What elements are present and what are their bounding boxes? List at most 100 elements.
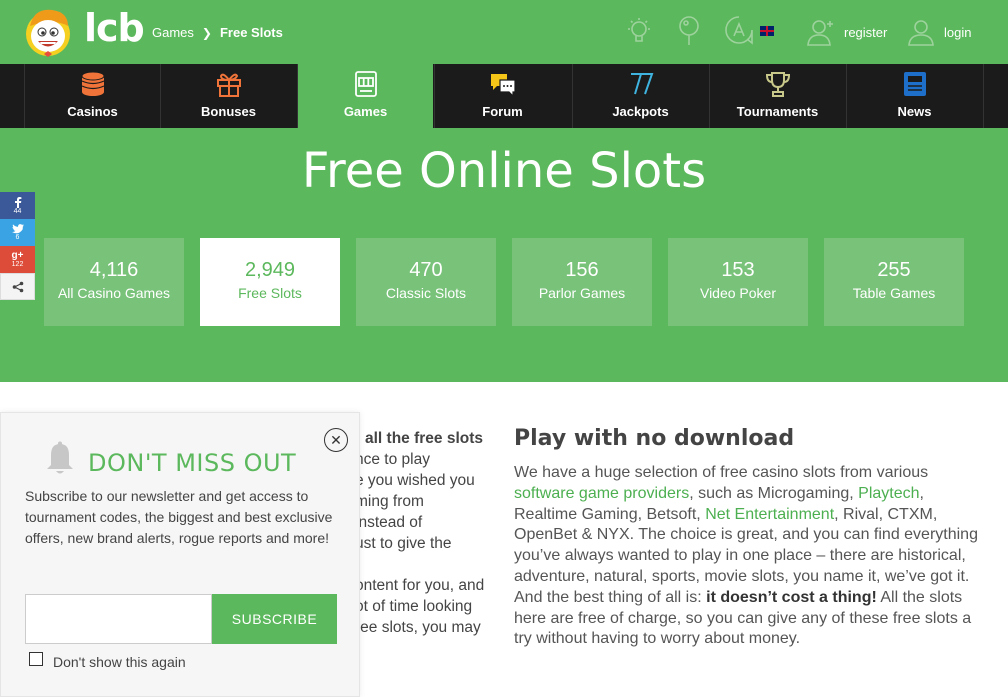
close-icon[interactable]: ✕	[324, 428, 348, 452]
nav-label: Tournaments	[736, 104, 819, 119]
login-label: login	[944, 24, 972, 40]
subscribe-button[interactable]: SUBSCRIBE	[212, 594, 337, 644]
partial-line: all the free slots	[365, 430, 484, 447]
header-bar: lcb Games ❯ Free Slots register login	[0, 0, 1008, 64]
chat-icon	[490, 74, 516, 98]
googleplus-icon: g+	[11, 250, 24, 261]
dont-show-label: Don't show this again	[53, 654, 186, 670]
partial-line	[355, 554, 505, 575]
facebook-icon	[14, 196, 21, 208]
dont-show-checkbox[interactable]	[29, 652, 43, 666]
stat-tile-parlor-games[interactable]: 156 Parlor Games	[512, 238, 652, 326]
breadcrumb-current: Free Slots	[219, 25, 283, 40]
stat-label: Parlor Games	[538, 285, 626, 301]
user-icon	[908, 20, 934, 46]
share-twitter-button[interactable]: 6	[0, 219, 35, 246]
partial-line: ust to give the	[355, 535, 452, 552]
partial-line: ming from	[355, 493, 424, 510]
newspaper-icon	[903, 72, 926, 96]
stat-count: 2,949	[244, 259, 296, 281]
stat-label: Table Games	[852, 285, 936, 301]
register-link[interactable]: register	[806, 17, 887, 47]
link-net-entertainment[interactable]: Net Entertainment	[705, 506, 834, 523]
share-googleplus-button[interactable]: g+ 122	[0, 246, 35, 273]
link-playtech[interactable]: Playtech	[858, 485, 919, 502]
section-heading: Play with no download	[514, 426, 795, 451]
nav-item-tournaments[interactable]: Tournaments	[709, 64, 845, 128]
stat-count: 156	[565, 259, 599, 281]
nav-label: News	[897, 104, 932, 119]
nav-label: Bonuses	[201, 104, 256, 119]
stat-count: 153	[721, 259, 755, 281]
article-column-right: Play with no download We have a huge sel…	[514, 426, 984, 650]
link-software-providers[interactable]: software game providers	[514, 485, 689, 502]
nav-item-news[interactable]: News	[846, 64, 982, 128]
nav-label: Forum	[482, 104, 523, 119]
breadcrumb: Games ❯ Free Slots	[152, 25, 283, 40]
user-add-icon	[807, 20, 833, 46]
nav-item-forum[interactable]: Forum	[434, 64, 570, 128]
gift-icon	[216, 73, 241, 97]
nav-item-jackpots[interactable]: Jackpots	[572, 64, 708, 128]
email-input[interactable]	[25, 594, 212, 644]
stat-label: Free Slots	[238, 285, 302, 301]
lightbulb-icon[interactable]	[622, 14, 656, 48]
register-label: register	[844, 24, 888, 40]
mascot-logo-icon[interactable]	[24, 6, 72, 58]
share-more-button[interactable]	[0, 273, 35, 300]
paragraph-text: We have a huge selection of free casino …	[514, 464, 929, 481]
twitter-icon	[11, 223, 24, 233]
chips-icon	[81, 71, 104, 96]
pin-icon[interactable]	[672, 14, 706, 48]
share-count: 44	[13, 207, 22, 215]
chevron-right-icon: ❯	[201, 25, 212, 40]
trophy-icon	[765, 72, 790, 97]
partial-line: instead of	[355, 514, 423, 531]
stat-count: 255	[877, 259, 911, 281]
share-count: 122	[11, 261, 24, 268]
newsletter-popup: ✕ DON'T MISS OUT Subscribe to our newsle…	[0, 412, 360, 697]
stat-tile-free-slots[interactable]: 2,949 Free Slots	[200, 238, 340, 326]
top-icon-group	[622, 14, 802, 48]
article-column-left: all the free slots nce to play e you wis…	[355, 428, 505, 638]
hero-section: Free Online Slots 4,116 All Casino Games…	[0, 128, 1008, 382]
popup-description: Subscribe to our newsletter and get acce…	[25, 488, 333, 546]
login-link[interactable]: login	[906, 17, 971, 47]
partial-line: ree slots, you may	[355, 619, 481, 636]
stat-label: Classic Slots	[385, 285, 467, 301]
share-facebook-button[interactable]: 44	[0, 192, 35, 219]
stat-tile-table-games[interactable]: 255 Table Games	[824, 238, 964, 326]
nav-divider	[983, 64, 984, 128]
site-logo[interactable]: lcb	[84, 6, 145, 50]
seven-icon	[630, 73, 653, 95]
main-nav: Casinos Bonuses Games Forum Jackpots Tou…	[0, 64, 1008, 128]
nav-label: Casinos	[67, 104, 118, 119]
stat-label: Video Poker	[699, 285, 776, 301]
stat-tile-video-poker[interactable]: 153 Video Poker	[668, 238, 808, 326]
partial-line: nce to play	[355, 451, 430, 468]
nav-item-games[interactable]: Games	[297, 64, 433, 128]
nav-item-bonuses[interactable]: Bonuses	[160, 64, 296, 128]
partial-line: ot of time looking	[355, 598, 473, 615]
language-icon[interactable]	[722, 14, 756, 48]
partial-line: e you wished you	[355, 472, 475, 489]
nav-label: Jackpots	[612, 104, 669, 119]
share-count: 6	[15, 233, 20, 241]
nav-label: Games	[343, 104, 388, 119]
stat-tile-classic-slots[interactable]: 470 Classic Slots	[356, 238, 496, 326]
breadcrumb-games[interactable]: Games	[152, 25, 194, 40]
section-paragraph: We have a huge selection of free casino …	[514, 463, 984, 650]
nav-item-casinos[interactable]: Casinos	[24, 64, 160, 128]
flag-uk-icon[interactable]	[760, 26, 774, 36]
stat-count: 470	[409, 259, 443, 281]
bold-highlight: it doesn’t cost a thing!	[706, 588, 877, 606]
popup-title: DON'T MISS OUT	[88, 449, 297, 477]
bell-icon	[45, 441, 75, 477]
stat-label: All Casino Games	[57, 285, 171, 301]
paragraph-text: , such as Microgaming,	[689, 484, 859, 502]
stat-count: 4,116	[89, 259, 139, 281]
slot-machine-icon	[354, 71, 377, 97]
partial-line: ontent for you, and	[355, 577, 485, 594]
stat-tile-all-casino-games[interactable]: 4,116 All Casino Games	[44, 238, 184, 326]
page-title: Free Online Slots	[301, 143, 707, 199]
